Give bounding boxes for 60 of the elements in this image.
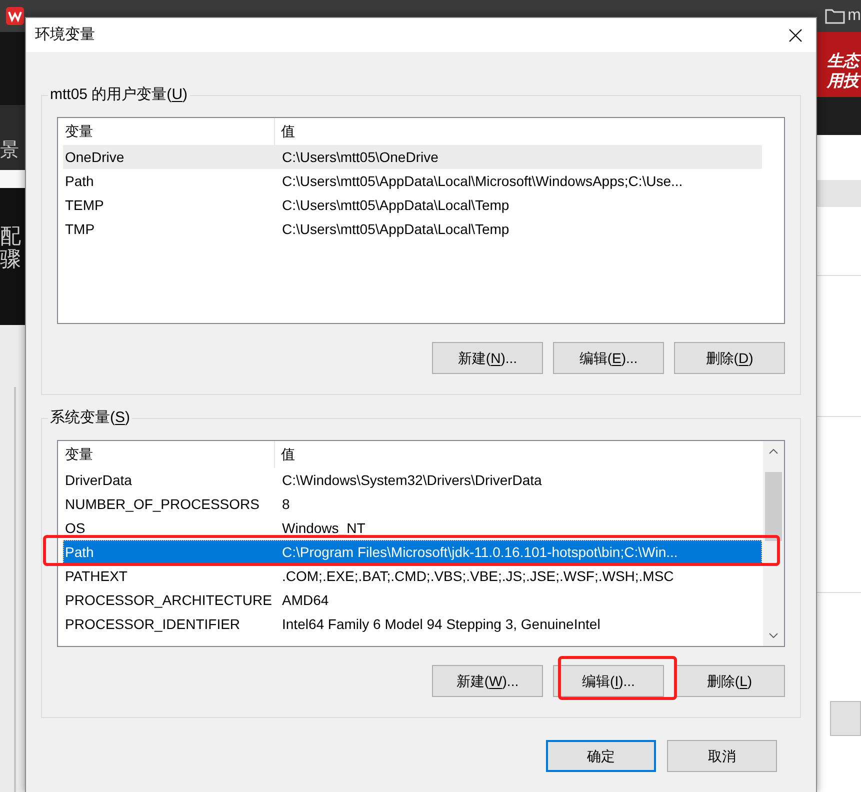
variable-value: C:\Windows\System32\Drivers\DriverData (281, 470, 542, 490)
background-text: 景 (0, 140, 20, 162)
banner-text: 用技 (827, 72, 859, 92)
chevron-up-icon[interactable] (769, 449, 778, 454)
variable-name: Path (64, 172, 95, 190)
variable-value: C:\Program Files\Microsoft\jdk-11.0.16.101-hotspot\bin;C:\Win... (281, 542, 678, 562)
app-icon[interactable] (6, 7, 24, 25)
list-row[interactable]: PATHEXT .COM;.EXE;.BAT;.CMD;.VBS;.VBE;.JS;.JSE;.WSF;.WSH;.MSC (63, 564, 762, 588)
variable-value: AMD64 (281, 590, 329, 610)
list-row[interactable]: PROCESSOR_ARCHITECTURE AMD64 (63, 588, 762, 612)
variable-name: TEMP (64, 196, 105, 214)
scrollbar[interactable] (763, 441, 784, 646)
variable-value: C:\Users\mtt05\OneDrive (281, 148, 438, 166)
window-title: 环境变量 (35, 24, 95, 45)
background-text: 配 (0, 225, 22, 248)
edit-button[interactable]: 编辑(E)... (553, 342, 664, 374)
variable-value: C:\Users\mtt05\AppData\Local\Temp (281, 220, 510, 239)
ok-button[interactable]: 确定 (546, 740, 656, 772)
column-header[interactable]: 变量 (58, 441, 275, 468)
variable-value: 8 (281, 494, 290, 514)
column-header[interactable]: 值 (275, 441, 295, 468)
variable-name: PATHEXT (64, 566, 128, 586)
variable-value: Windows_NT (281, 518, 366, 538)
list-row[interactable]: Path C:\Program Files\Microsoft\jdk-11.0.16.101-hotspot\bin;C:\Win... (63, 540, 762, 564)
variable-name: PROCESSOR_ARCHITECTURE (64, 590, 273, 610)
list-row[interactable]: DriverData C:\Windows\System32\Drivers\DriverData (63, 468, 762, 492)
group-label: mtt05 的用户变量(U) (49, 85, 189, 105)
delete-button[interactable]: 删除(L) (674, 665, 785, 697)
variable-name: TMP (64, 220, 96, 238)
background-panel (817, 97, 861, 135)
folder-icon[interactable] (824, 8, 845, 24)
variable-value: Intel64 Family 6 Model 94 Stepping 3, GenuineIntel (281, 614, 600, 634)
variable-name: OneDrive (64, 148, 126, 166)
bookmark-label[interactable]: m (848, 7, 861, 25)
variable-value: C:\Users\mtt05\AppData\Local\Temp (281, 196, 510, 215)
variable-name: OS (64, 518, 86, 538)
list-row[interactable]: TMP C:\Users\mtt05\AppData\Local\Temp (63, 217, 762, 241)
chevron-down-icon[interactable] (769, 633, 778, 638)
list-row[interactable]: TEMP C:\Users\mtt05\AppData\Local\Temp (63, 193, 762, 217)
list-row[interactable]: Path C:\Users\mtt05\AppData\Local\Microsoft\WindowsApps;C:\Use... (63, 169, 762, 193)
variable-name: Path (64, 542, 95, 562)
scrollbar-thumb[interactable] (765, 472, 782, 541)
new-button[interactable]: 新建(N)... (432, 342, 543, 374)
variable-value: .COM;.EXE;.BAT;.CMD;.VBS;.VBE;.JS;.JSE;.WSF;.WSH;.MSC (281, 566, 674, 586)
list-row[interactable]: OS Windows_NT (63, 516, 762, 540)
group-label: 系统变量(S) (49, 408, 132, 428)
background-text: 骤 (0, 248, 22, 271)
variable-value: C:\Users\mtt05\AppData\Local\Microsoft\WindowsApps;C:\Use... (281, 172, 683, 191)
close-icon[interactable] (789, 28, 802, 42)
column-header[interactable]: 值 (275, 118, 295, 145)
delete-button[interactable]: 删除(D) (674, 342, 785, 374)
edit-button[interactable]: 编辑(I)... (553, 665, 664, 697)
list-row[interactable]: PROCESSOR_IDENTIFIER Intel64 Family 6 Model 94 Stepping 3, GenuineIntel (63, 612, 762, 636)
list-row[interactable]: OneDrive C:\Users\mtt05\OneDrive (63, 145, 762, 169)
variable-name: NUMBER_OF_PROCESSORS (64, 494, 260, 514)
variable-name: PROCESSOR_IDENTIFIER (64, 614, 242, 634)
cancel-button[interactable]: 取消 (667, 740, 777, 772)
list-row[interactable]: NUMBER_OF_PROCESSORS 8 (63, 492, 762, 516)
variable-name: DriverData (64, 470, 133, 490)
new-button[interactable]: 新建(W)... (432, 665, 543, 697)
